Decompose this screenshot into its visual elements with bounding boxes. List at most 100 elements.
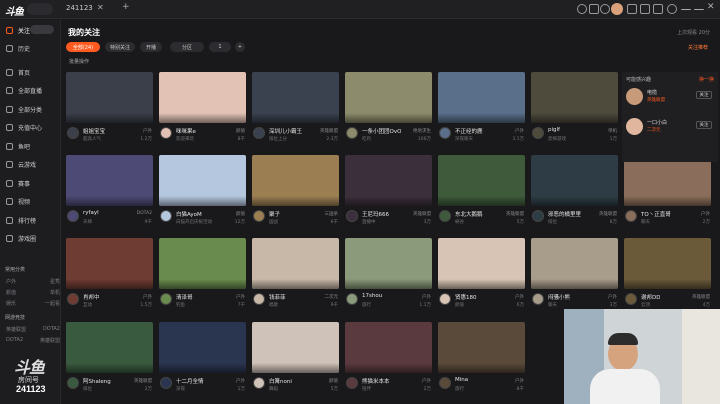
stream-thumbnail[interactable] bbox=[159, 238, 246, 289]
stream-card[interactable]: 闷骚小熊 户外 聊天 3万 bbox=[531, 238, 618, 318]
avatar[interactable] bbox=[253, 210, 265, 222]
stream-card[interactable]: 白篝noni 颜值 舞蹈 5万 bbox=[252, 322, 339, 402]
stream-thumbnail[interactable] bbox=[159, 322, 246, 373]
streamer-name[interactable]: 邪恶的橘里里 bbox=[548, 210, 581, 218]
stream-card[interactable]: 肖邦中 户外 互动 1.5万 bbox=[66, 238, 153, 318]
sub-category-row[interactable]: 颜值 单机 bbox=[6, 289, 60, 296]
filter-chip-special[interactable]: 特别关注 bbox=[105, 42, 135, 52]
stream-card[interactable]: 王尼玛666 英雄联盟 直播中 3万 bbox=[345, 155, 432, 235]
stream-card[interactable]: 不正经的鹿 户外 深夜聊天 3.1万 bbox=[438, 72, 525, 152]
filter-chip-add[interactable]: + bbox=[235, 42, 245, 52]
avatar[interactable] bbox=[346, 127, 358, 139]
stream-card[interactable]: 熊猫米本本 户外 陪伴 2万 bbox=[345, 322, 432, 402]
sub-category-row[interactable]: 户外 星秀 bbox=[6, 278, 60, 285]
filter-chip-live[interactable]: 开播 bbox=[140, 42, 162, 52]
streamer-name[interactable]: 聚子 bbox=[269, 210, 280, 218]
stream-card[interactable]: 钱菲菲 二次元 唱歌 9千 bbox=[252, 238, 339, 318]
stream-thumbnail[interactable] bbox=[438, 155, 525, 206]
stream-card[interactable]: 一条小团团OvO 绝地求生 吃鸡 106万 bbox=[345, 72, 432, 152]
avatar[interactable] bbox=[625, 210, 637, 222]
stream-thumbnail[interactable] bbox=[252, 322, 339, 373]
sidebar-item-10[interactable]: 游戏圈 bbox=[0, 231, 60, 247]
streamer-name[interactable]: 阿Shaleng bbox=[83, 377, 111, 385]
avatar[interactable] bbox=[439, 210, 451, 222]
stream-card[interactable]: 清泽哥 户外 钓鱼 7千 bbox=[159, 238, 246, 318]
streamer-name[interactable]: 白篝noni bbox=[269, 377, 292, 385]
stream-thumbnail[interactable] bbox=[66, 72, 153, 123]
avatar[interactable] bbox=[439, 377, 451, 389]
stream-thumbnail[interactable] bbox=[531, 72, 618, 123]
streamer-name[interactable]: 不正经的鹿 bbox=[455, 127, 483, 135]
filter-chip-all[interactable]: 全部(24) bbox=[66, 42, 100, 52]
follow-button[interactable]: 关注 bbox=[696, 121, 712, 129]
streamer-name[interactable]: piglf bbox=[548, 127, 560, 133]
avatar[interactable] bbox=[253, 377, 265, 389]
filter-chip-page[interactable]: 1 bbox=[209, 42, 231, 52]
streamer-name[interactable]: 咪咪果e bbox=[176, 127, 196, 135]
stream-thumbnail[interactable] bbox=[624, 238, 711, 289]
stream-thumbnail[interactable] bbox=[66, 322, 153, 373]
sidebar-item-9[interactable]: 排行榜 bbox=[0, 212, 60, 228]
sidebar-item-4[interactable]: 充值中心 bbox=[0, 120, 60, 136]
stream-card[interactable]: ryfayl DOTA2 天梯 9千 bbox=[66, 155, 153, 235]
avatar[interactable] bbox=[67, 293, 79, 305]
recommend-row[interactable]: 一口小白 二次元 关注 bbox=[626, 118, 714, 144]
avatar[interactable] bbox=[160, 127, 172, 139]
box-icon[interactable] bbox=[653, 4, 663, 14]
stream-thumbnail[interactable] bbox=[252, 72, 339, 123]
streamer-name[interactable]: 十二月全情 bbox=[176, 377, 204, 385]
stream-card[interactable]: 咪咪果e 颜值 欢迎来玩 8千 bbox=[159, 72, 246, 152]
sub-category-row[interactable]: 英雄联盟 DOTA2 bbox=[6, 326, 60, 333]
panel-refresh-link[interactable]: 换一换 bbox=[699, 76, 714, 83]
stream-thumbnail[interactable] bbox=[345, 322, 432, 373]
tab-switcher[interactable] bbox=[27, 3, 53, 15]
streamer-name[interactable]: 钱菲菲 bbox=[269, 293, 286, 301]
shirt-icon[interactable] bbox=[640, 4, 650, 14]
stream-thumbnail[interactable] bbox=[252, 155, 339, 206]
streamer-name[interactable]: 东北大鹅鹅 bbox=[455, 210, 483, 218]
avatar[interactable] bbox=[253, 293, 265, 305]
user-avatar[interactable] bbox=[611, 3, 623, 15]
streamer-name[interactable]: ryfayl bbox=[83, 210, 99, 216]
streamer-name[interactable]: 肖邦中 bbox=[83, 293, 100, 301]
avatar[interactable] bbox=[160, 293, 172, 305]
stream-thumbnail[interactable] bbox=[531, 155, 618, 206]
stream-thumbnail[interactable] bbox=[345, 155, 432, 206]
sub-category-row[interactable]: 娱乐 一起看 bbox=[6, 300, 60, 307]
sidebar-item-6[interactable]: 云游戏 bbox=[0, 157, 60, 173]
streamer-name[interactable]: TO丶正直哥 bbox=[641, 210, 671, 218]
recommend-row[interactable]: 电揽 英雄联盟 关注 bbox=[626, 88, 714, 114]
streamer-name[interactable]: 深圳儿小霸王 bbox=[269, 127, 302, 135]
avatar[interactable] bbox=[160, 210, 172, 222]
sub-category-row[interactable]: DOTA2 英雄联盟 bbox=[6, 337, 60, 344]
stream-thumbnail[interactable] bbox=[252, 238, 339, 289]
gear-icon[interactable] bbox=[667, 4, 677, 14]
streamer-name[interactable]: Mina bbox=[455, 377, 468, 383]
stream-thumbnail[interactable] bbox=[345, 72, 432, 123]
stream-thumbnail[interactable] bbox=[624, 155, 711, 206]
avatar[interactable] bbox=[439, 293, 451, 305]
stream-card[interactable]: 阿Shaleng 英雄联盟 排位 2万 bbox=[66, 322, 153, 402]
stream-thumbnail[interactable] bbox=[438, 322, 525, 373]
batch-operation-link[interactable]: 批量操作 bbox=[69, 58, 89, 65]
sidebar-item-1[interactable]: 首页 bbox=[0, 64, 60, 80]
stream-card[interactable]: Mina 户外 旅行 8千 bbox=[438, 322, 525, 402]
stream-card[interactable]: 谢邦DD 英雄联盟 云顶 4万 bbox=[624, 238, 711, 318]
stream-card[interactable]: 白猫AyoM 颜值 白猫开启庆祝活动 12万 bbox=[159, 155, 246, 235]
stream-card[interactable]: 17shou 户外 旅行 1.1万 bbox=[345, 238, 432, 318]
streamer-name[interactable]: 熊猫米本本 bbox=[362, 377, 390, 385]
follow-button[interactable]: 关注 bbox=[696, 91, 712, 99]
avatar[interactable] bbox=[253, 127, 265, 139]
streamer-name[interactable]: 清泽哥 bbox=[176, 293, 193, 301]
search-icon[interactable] bbox=[577, 4, 587, 14]
gift-icon[interactable] bbox=[589, 4, 599, 14]
stream-thumbnail[interactable] bbox=[66, 238, 153, 289]
stream-thumbnail[interactable] bbox=[66, 155, 153, 206]
streamer-name[interactable]: 17shou bbox=[362, 293, 382, 299]
stream-thumbnail[interactable] bbox=[159, 72, 246, 123]
sidebar-item-3[interactable]: 全部分类 bbox=[0, 101, 60, 117]
follow-recommend-link[interactable]: 关注推荐 bbox=[688, 44, 708, 51]
stream-card[interactable]: piglf 单机 恐怖游戏 1万 bbox=[531, 72, 618, 152]
tab-close-icon[interactable]: ✕ bbox=[97, 3, 104, 12]
heart-icon[interactable] bbox=[600, 4, 610, 14]
